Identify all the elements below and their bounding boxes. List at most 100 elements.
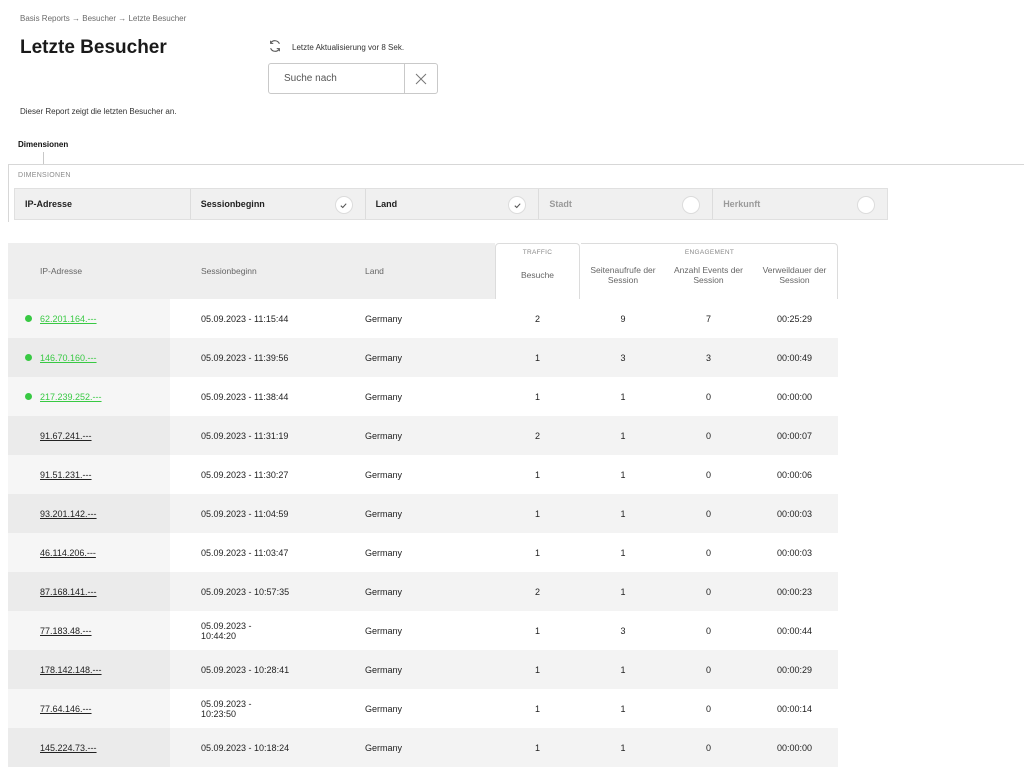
cell-land: Germany <box>333 572 495 611</box>
cell-land: Germany <box>333 728 495 767</box>
cell-sessionbeginn: 05.09.2023 - 11:03:47 <box>170 533 333 572</box>
cell-events: 0 <box>666 377 751 416</box>
ip-link[interactable]: 46.114.206.--- <box>40 548 96 558</box>
live-indicator-icon <box>25 354 32 361</box>
tab-dimensionen[interactable]: Dimensionen <box>18 140 68 149</box>
dimension-selector: IP-Adresse Sessionbeginn Land Stadt Herk… <box>14 188 888 220</box>
table-row[interactable]: 77.64.146.--- 05.09.2023 - 10:23:50 German… <box>8 689 838 728</box>
cell-ip: 91.67.241.--- <box>8 416 170 455</box>
cell-besuche: 1 <box>495 728 580 767</box>
cell-verweildauer: 00:00:07 <box>751 416 838 455</box>
cell-seitenaufrufe: 3 <box>580 611 666 650</box>
ip-link[interactable]: 145.224.73.--- <box>40 743 97 753</box>
table-row[interactable]: 145.224.73.--- 05.09.2023 - 10:18:24 Germa… <box>8 728 838 767</box>
table-row[interactable]: 62.201.164.--- 05.09.2023 - 11:15:44 Germa… <box>8 299 838 338</box>
dimension-chip-label: Land <box>375 199 398 209</box>
table-row[interactable]: 178.142.148.--- 05.09.2023 - 10:28:41 Germ… <box>8 650 838 689</box>
column-header-ip[interactable]: IP-Adresse <box>8 243 170 299</box>
divider <box>8 164 9 222</box>
table-header: IP-Adresse Sessionbeginn Land Besuche Se… <box>8 243 838 299</box>
cell-sessionbeginn: 05.09.2023 - 11:30:27 <box>170 455 333 494</box>
tab-indicator <box>43 152 44 164</box>
divider <box>8 164 1024 165</box>
cell-seitenaufrufe: 3 <box>580 338 666 377</box>
dimension-chip-label: Sessionbeginn <box>200 199 265 209</box>
cell-verweildauer: 00:00:23 <box>751 572 838 611</box>
check-toggle[interactable] <box>334 196 353 214</box>
cell-besuche: 2 <box>495 416 580 455</box>
empty-toggle[interactable] <box>856 196 875 214</box>
search-box[interactable]: Suche nach <box>268 63 438 94</box>
live-indicator-icon <box>25 315 32 322</box>
refresh-status[interactable]: Letzte Aktualisierung vor 8 Sek. <box>268 39 404 55</box>
cell-ip: 146.70.160.--- <box>8 338 170 377</box>
ip-link[interactable]: 217.239.252.--- <box>40 392 102 402</box>
ip-link[interactable]: 93.201.142.--- <box>40 509 97 519</box>
cell-land: Germany <box>333 650 495 689</box>
cell-sessionbeginn: 05.09.2023 - 10:57:35 <box>170 572 333 611</box>
table-row[interactable]: 93.201.142.--- 05.09.2023 - 11:04:59 Germa… <box>8 494 838 533</box>
cell-ip: 178.142.148.--- <box>8 650 170 689</box>
ip-link[interactable]: 87.168.141.--- <box>40 587 97 597</box>
table-row[interactable]: 91.67.241.--- 05.09.2023 - 11:31:19 German… <box>8 416 838 455</box>
ip-link[interactable]: 62.201.164.--- <box>40 314 97 324</box>
dimension-chip-herkunft[interactable]: Herkunft <box>713 189 887 219</box>
refresh-text: Letzte Aktualisierung vor 8 Sek. <box>292 42 405 52</box>
search-input[interactable]: Suche nach <box>269 64 404 93</box>
ip-link[interactable]: 178.142.148.--- <box>40 665 102 675</box>
ip-link[interactable]: 77.183.48.--- <box>40 626 92 636</box>
live-indicator-icon <box>25 393 32 400</box>
table-row[interactable]: 217.239.252.--- 05.09.2023 - 11:38:44 Germ… <box>8 377 838 416</box>
breadcrumb[interactable]: Basis Reports → Besucher → Letzte Besuch… <box>20 14 186 23</box>
cell-events: 0 <box>666 650 751 689</box>
table-row[interactable]: 146.70.160.--- 05.09.2023 - 11:39:56 Germa… <box>8 338 838 377</box>
dimension-chip-land[interactable]: Land <box>366 189 540 219</box>
table-row[interactable]: 77.183.48.--- 05.09.2023 - 10:44:20 German… <box>8 611 838 650</box>
cell-sessionbeginn: 05.09.2023 - 10:28:41 <box>170 650 333 689</box>
dimension-chip-label: IP-Adresse <box>25 199 73 209</box>
cell-events: 0 <box>666 728 751 767</box>
cell-seitenaufrufe: 9 <box>580 299 666 338</box>
cell-ip: 145.224.73.--- <box>8 728 170 767</box>
cell-sessionbeginn: 05.09.2023 - 10:18:24 <box>170 728 333 767</box>
cell-events: 0 <box>666 611 751 650</box>
dimension-chip-sessionbeginn[interactable]: Sessionbeginn <box>191 189 366 219</box>
cell-seitenaufrufe: 1 <box>580 728 666 767</box>
ip-link[interactable]: 77.64.146.--- <box>40 704 92 714</box>
cell-ip: 62.201.164.--- <box>8 299 170 338</box>
dimension-chip-ip-adresse[interactable]: IP-Adresse <box>15 189 191 219</box>
column-header-land[interactable]: Land <box>333 243 495 299</box>
cell-verweildauer: 00:00:03 <box>751 494 838 533</box>
dimension-chip-stadt[interactable]: Stadt <box>539 189 714 219</box>
cell-sessionbeginn: 05.09.2023 - 11:15:44 <box>170 299 333 338</box>
cell-verweildauer: 00:00:06 <box>751 455 838 494</box>
ip-link[interactable]: 91.67.241.--- <box>40 431 92 441</box>
check-toggle[interactable] <box>508 196 527 214</box>
cell-ip: 217.239.252.--- <box>8 377 170 416</box>
dimensions-caption: DIMENSIONEN <box>18 172 71 179</box>
cell-seitenaufrufe: 1 <box>580 572 666 611</box>
column-header-sessionbeginn[interactable]: Sessionbeginn <box>170 243 333 299</box>
group-label-engagement: ENGAGEMENT <box>684 249 735 256</box>
cell-sessionbeginn: 05.09.2023 - 11:38:44 <box>170 377 333 416</box>
clear-search-button[interactable] <box>404 64 437 93</box>
table-row[interactable]: 91.51.231.--- 05.09.2023 - 11:30:27 German… <box>8 455 838 494</box>
cell-besuche: 1 <box>495 689 580 728</box>
table-row[interactable]: 87.168.141.--- 05.09.2023 - 10:57:35 Germa… <box>8 572 838 611</box>
cell-seitenaufrufe: 1 <box>580 533 666 572</box>
dimension-chip-label: Stadt <box>549 199 572 209</box>
cell-sessionbeginn: 05.09.2023 - 10:23:50 <box>170 689 333 728</box>
cell-land: Germany <box>333 611 495 650</box>
empty-toggle[interactable] <box>682 196 701 214</box>
ip-link[interactable]: 146.70.160.--- <box>40 353 97 363</box>
check-icon <box>340 202 347 208</box>
cell-land: Germany <box>333 455 495 494</box>
ip-link[interactable]: 91.51.231.--- <box>40 470 92 480</box>
refresh-icon[interactable] <box>268 39 282 55</box>
cell-sessionbeginn: 05.09.2023 - 11:31:19 <box>170 416 333 455</box>
cell-events: 0 <box>666 455 751 494</box>
table-row[interactable]: 46.114.206.--- 05.09.2023 - 11:03:47 Germa… <box>8 533 838 572</box>
cell-besuche: 2 <box>495 572 580 611</box>
cell-events: 0 <box>666 572 751 611</box>
cell-besuche: 1 <box>495 494 580 533</box>
